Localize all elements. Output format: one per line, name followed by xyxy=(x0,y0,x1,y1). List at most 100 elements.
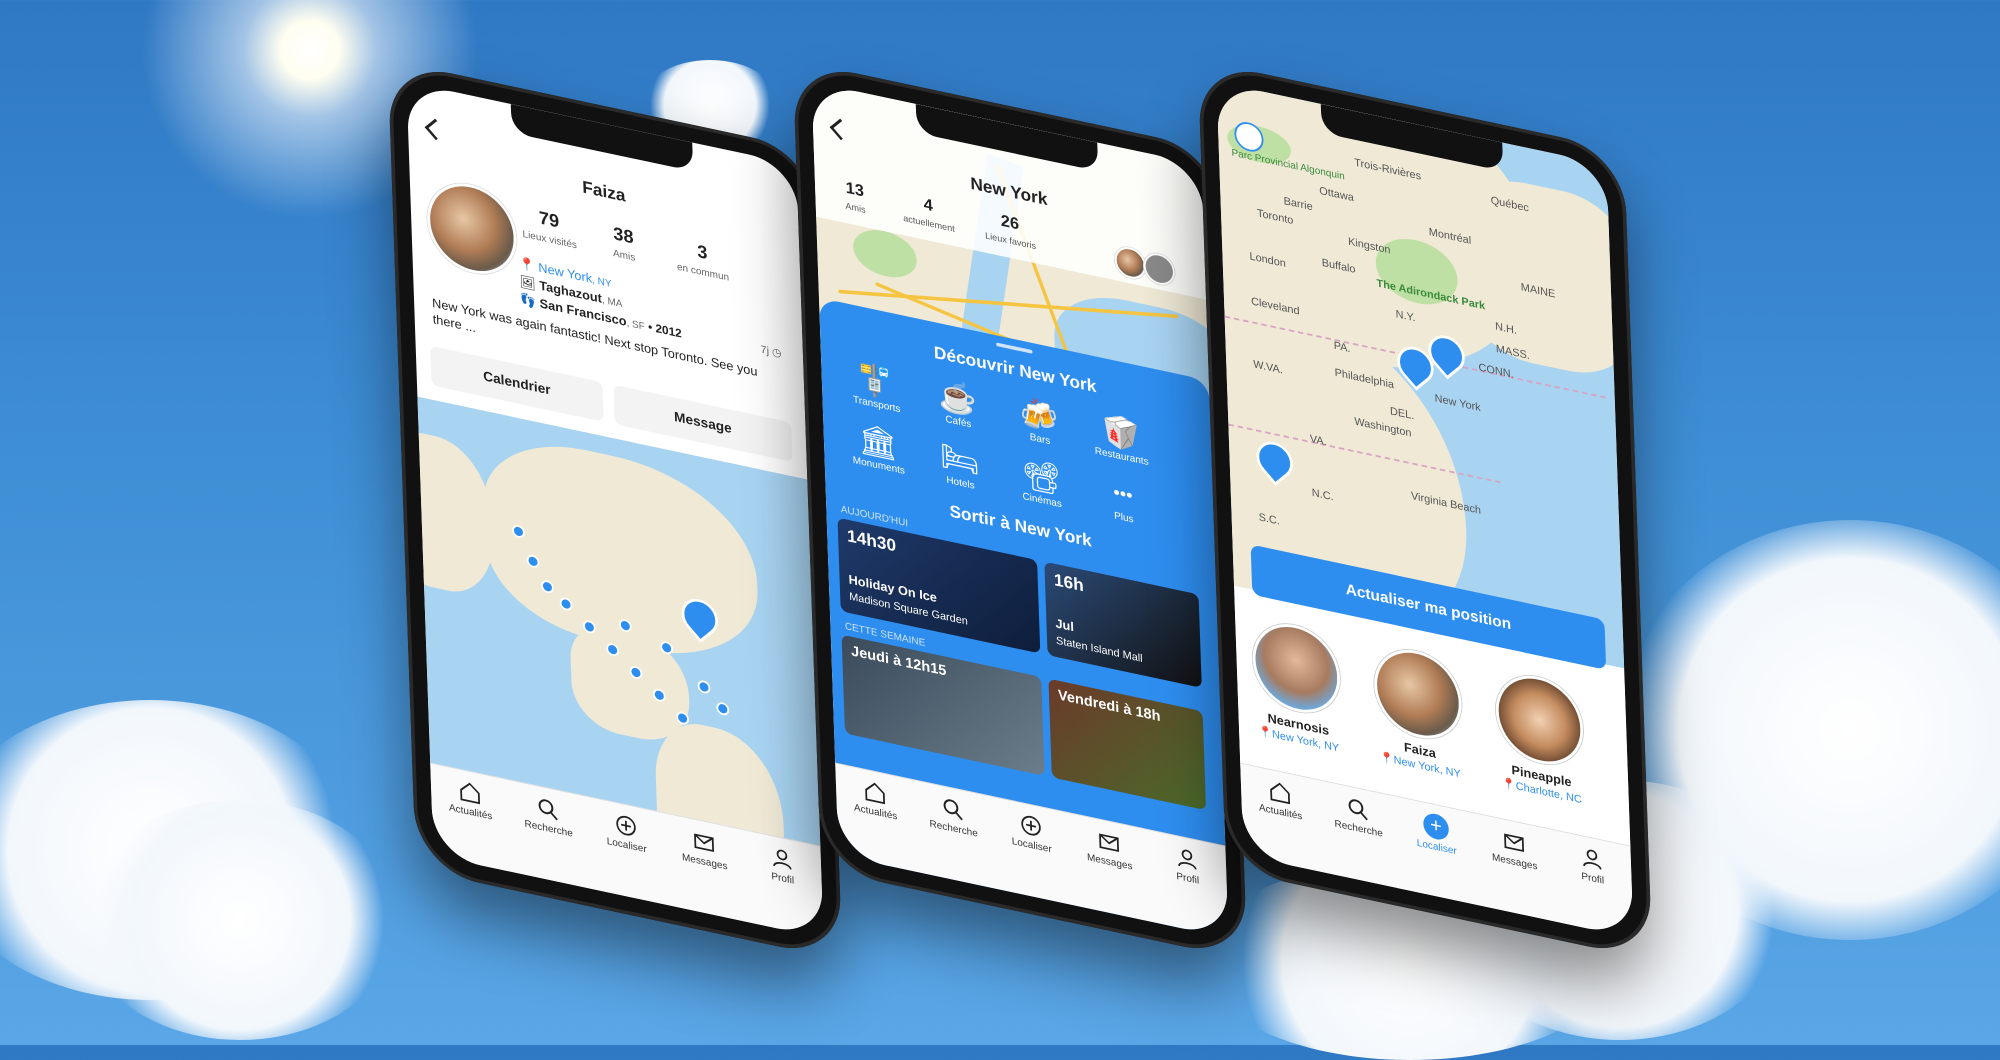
tab-search[interactable]: Recherche xyxy=(509,789,588,842)
tab-label: Recherche xyxy=(524,818,574,840)
phone-frame: Faiza 79 Lieux visités 38 Amis 3 en comm… xyxy=(387,59,843,961)
event-time: Jeudi à 12h15 xyxy=(850,643,947,680)
envelope-icon xyxy=(1504,833,1525,853)
tab-messages[interactable]: Messages xyxy=(1475,822,1554,875)
map-label: New York xyxy=(1434,391,1481,414)
category-transports[interactable]: 🚏 Transports xyxy=(839,355,913,417)
cloud xyxy=(80,800,400,1040)
tab-search[interactable]: Recherche xyxy=(1319,789,1398,842)
event-time: Vendredi à 18h xyxy=(1057,687,1161,725)
event-name: Jul xyxy=(1055,615,1075,634)
tab-search[interactable]: Recherche xyxy=(914,789,993,842)
tab-label: Messages xyxy=(681,851,728,873)
plus-circle-icon: + xyxy=(1422,811,1450,842)
tab-news[interactable]: Actualités xyxy=(836,773,915,826)
event-time: 14h30 xyxy=(846,526,897,557)
event-card[interactable]: Jeudi à 12h15 xyxy=(841,634,1045,776)
post-age: 7j ◷ xyxy=(760,343,781,360)
category-cafes[interactable]: ☕ Cafés xyxy=(921,373,995,435)
category-more[interactable]: ••• Plus xyxy=(1086,469,1160,531)
city-year: • 2012 xyxy=(644,318,682,341)
tab-label: Recherche xyxy=(1334,818,1384,840)
map-land xyxy=(1453,167,1625,387)
sheet-handle[interactable] xyxy=(996,342,1033,354)
tab-label: Profil xyxy=(771,870,795,887)
post-age-text: 7j xyxy=(760,342,770,358)
stat-common[interactable]: 3 en commun xyxy=(666,235,740,287)
avatar[interactable] xyxy=(425,175,518,283)
envelope-icon xyxy=(694,833,715,853)
stat-places: 79 Lieux visités xyxy=(517,203,582,253)
plus-circle-icon xyxy=(1021,815,1041,836)
city-state: , MA xyxy=(601,294,623,310)
phone-locate: Parc Provincial Algonquin Trois-Rivières… xyxy=(1197,59,1653,961)
envelope-icon xyxy=(1099,833,1120,853)
photo-icon: 🖼 xyxy=(519,273,537,292)
friend-card[interactable]: Faiza 📍New York, NY xyxy=(1362,639,1475,784)
phone-profile: Faiza 79 Lieux visités 38 Amis 3 en comm… xyxy=(387,59,843,961)
user-icon xyxy=(773,849,792,870)
category-restaurants[interactable]: 🥡 Restaurants xyxy=(1084,408,1158,470)
category-hotels[interactable]: 🛏 Hotels xyxy=(923,434,997,496)
search-icon xyxy=(943,799,963,821)
home-icon xyxy=(865,782,886,805)
clock-icon: ◷ xyxy=(771,345,782,360)
friend-avatar xyxy=(1372,641,1463,747)
pin-icon: 📍 xyxy=(518,255,536,274)
category-monuments[interactable]: 🏛 Monuments xyxy=(841,417,915,479)
tab-news[interactable]: Actualités xyxy=(431,773,510,826)
map-land xyxy=(417,424,497,601)
user-icon xyxy=(1178,849,1197,870)
city-state: , SF xyxy=(626,317,646,333)
event-card[interactable]: Vendredi à 18h xyxy=(1048,678,1207,811)
category-cinemas[interactable]: 📽 Cinémas xyxy=(1004,451,1078,513)
footprints-icon: 👣 xyxy=(520,291,537,310)
home-icon xyxy=(460,782,481,805)
tab-locate[interactable]: + Localiser xyxy=(1397,806,1476,861)
tab-messages[interactable]: Messages xyxy=(665,822,744,875)
tab-locate[interactable]: Localiser xyxy=(992,806,1071,859)
tab-profile[interactable]: Profil xyxy=(743,839,822,892)
profile-screen: Faiza 79 Lieux visités 38 Amis 3 en comm… xyxy=(406,81,824,939)
visited-dot[interactable] xyxy=(697,679,711,695)
home-icon xyxy=(1270,782,1291,805)
locate-screen: Parc Provincial Algonquin Trois-Rivières… xyxy=(1216,81,1634,939)
friend-city-state: , NC xyxy=(1559,788,1582,806)
friend-card[interactable]: Pineapple 📍Charlotte, NC xyxy=(1484,665,1597,810)
back-icon[interactable] xyxy=(424,118,447,141)
city-state: , NY xyxy=(591,274,612,290)
tab-messages[interactable]: Messages xyxy=(1070,822,1149,875)
tab-profile[interactable]: Profil xyxy=(1553,839,1632,892)
tab-label: Profil xyxy=(1581,870,1605,887)
phone-frame: New York 13 Amis 4 actuellement 26 Lieux… xyxy=(792,59,1248,961)
friend-city-state: , NY xyxy=(1317,737,1340,755)
friend-avatar xyxy=(1251,615,1342,721)
phone-city: New York 13 Amis 4 actuellement 26 Lieux… xyxy=(792,59,1248,961)
event-venue: Staten Island Mall xyxy=(1055,633,1143,665)
tab-label: Actualités xyxy=(448,802,493,823)
tab-label: Localiser xyxy=(606,835,647,856)
phone-frame: Parc Provincial Algonquin Trois-Rivières… xyxy=(1197,59,1653,961)
friend-city-state: , NY xyxy=(1439,763,1461,781)
stat-label: Amis xyxy=(845,201,866,216)
tab-news[interactable]: Actualités xyxy=(1241,773,1320,826)
friend-card[interactable]: Nearnosis 📍New York, NY xyxy=(1240,614,1353,759)
event-time: 16h xyxy=(1053,570,1085,596)
friend-avatar xyxy=(1494,667,1585,773)
tab-label: Actualités xyxy=(1258,802,1303,823)
plus-circle-icon xyxy=(616,815,636,836)
city-screen: New York 13 Amis 4 actuellement 26 Lieux… xyxy=(811,81,1229,939)
event-card[interactable]: 16h Jul Staten Island Mall xyxy=(1044,561,1202,688)
tab-label: Profil xyxy=(1176,870,1200,887)
tab-profile[interactable]: Profil xyxy=(1148,839,1227,892)
user-icon xyxy=(1583,849,1602,870)
tab-label: Actualités xyxy=(853,802,898,823)
stat-friends[interactable]: 38 Amis xyxy=(591,219,656,269)
tab-locate[interactable]: Localiser xyxy=(587,806,666,859)
visited-dot[interactable] xyxy=(716,701,730,717)
search-icon xyxy=(538,799,558,821)
tab-label: Messages xyxy=(1086,851,1133,873)
category-bars[interactable]: 🍻 Bars xyxy=(1002,390,1076,452)
tab-label: Localiser xyxy=(1416,837,1457,857)
stat-label: Amis xyxy=(612,247,636,264)
